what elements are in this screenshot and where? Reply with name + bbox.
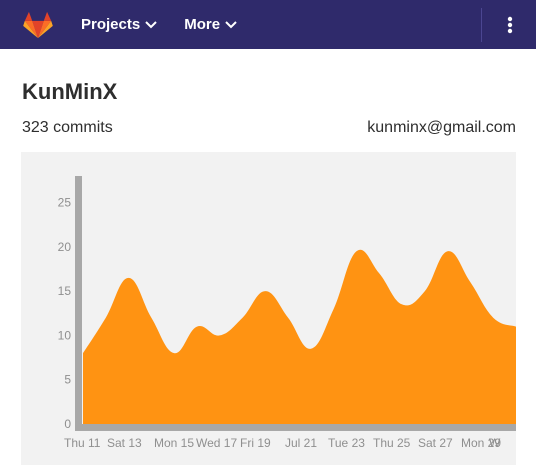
- y-tick-label: 0: [64, 417, 71, 431]
- chevron-down-icon: [225, 20, 237, 29]
- vertical-ellipsis-icon[interactable]: [499, 13, 521, 37]
- x-tick-label: W: [489, 436, 501, 450]
- x-tick-label: Tue 23: [328, 436, 365, 450]
- x-tick-label: Wed 17: [196, 436, 237, 450]
- x-tick-label: Fri 19: [240, 436, 271, 450]
- x-tick-label: Thu 25: [373, 436, 411, 450]
- navbar-divider: [481, 8, 482, 42]
- y-axis-line: [75, 176, 82, 428]
- commits-area-chart: 0 5 10 15 20 25 Thu 11 Sat 13 Mon 15 Wed 17 Fri 19…: [58, 176, 516, 450]
- x-tick-label: Jul 21: [285, 436, 317, 450]
- commits-area-series: [83, 249, 516, 424]
- y-tick-label: 20: [58, 240, 72, 254]
- x-tick-label: Mon 15: [154, 436, 194, 450]
- gitlab-logo-icon[interactable]: [22, 9, 54, 41]
- x-axis-line: [75, 424, 516, 431]
- y-tick-label: 15: [58, 284, 72, 298]
- more-menu[interactable]: More: [184, 16, 237, 33]
- commit-count: 323 commits: [22, 119, 113, 136]
- more-label: More: [184, 16, 221, 33]
- top-navbar: Projects More: [0, 0, 536, 49]
- y-tick-label: 10: [58, 328, 72, 342]
- x-tick-label: Thu 11: [64, 436, 101, 450]
- y-tick-label: 25: [58, 196, 72, 210]
- x-tick-label: Sat 13: [107, 436, 142, 450]
- chevron-down-icon: [145, 20, 157, 29]
- projects-menu[interactable]: Projects: [81, 16, 157, 33]
- y-tick-label: 5: [64, 373, 71, 387]
- user-name-title: KunMinX: [22, 79, 118, 104]
- projects-label: Projects: [81, 16, 141, 33]
- x-tick-label: Sat 27: [418, 436, 453, 450]
- user-email[interactable]: kunminx@gmail.com: [367, 119, 516, 137]
- commits-chart: 0 5 10 15 20 25 Thu 11 Sat 13 Mon 15 Wed 17 Fri 19…: [21, 152, 516, 465]
